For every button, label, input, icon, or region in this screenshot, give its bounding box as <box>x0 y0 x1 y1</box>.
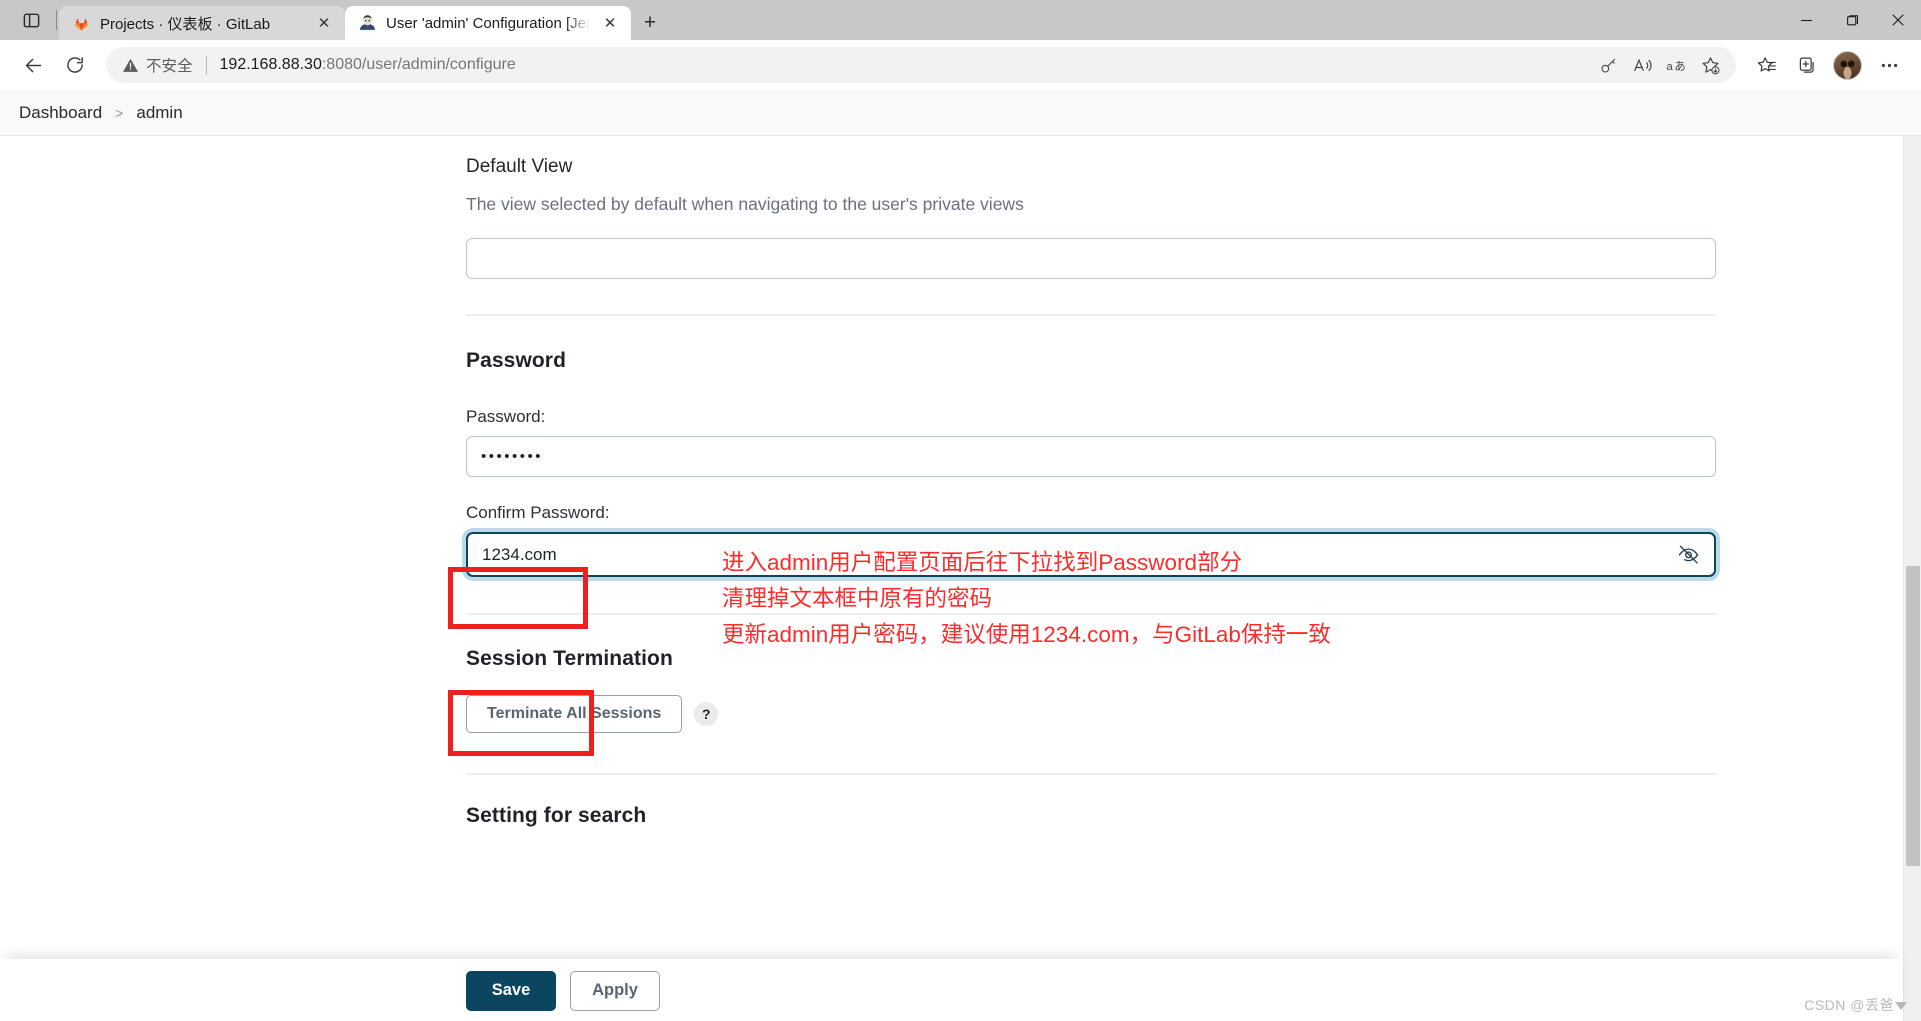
favorites-icon[interactable] <box>1748 47 1784 83</box>
breadcrumb: Dashboard > admin <box>0 90 1921 136</box>
browser-tab-jenkins[interactable]: User 'admin' Configuration [Jenki ✕ <box>345 6 631 40</box>
session-actions-row: Terminate All Sessions ? <box>466 695 1716 733</box>
omnibox-actions: a あ <box>1592 49 1730 81</box>
jenkins-icon <box>357 13 377 33</box>
default-view-title: Default View <box>466 156 573 177</box>
apply-button[interactable]: Apply <box>570 970 660 1011</box>
browser-titlebar: Projects · 仪表板 · GitLab ✕ User 'admin' C… <box>0 0 1921 40</box>
scrollbar-thumb[interactable] <box>1906 566 1920 866</box>
annotation-line-3: 更新admin用户密码，建议使用1234.com，与GitLab保持一致 <box>722 622 1331 647</box>
maximize-icon[interactable] <box>1829 0 1875 40</box>
section-divider-2 <box>466 613 1716 615</box>
read-aloud-icon[interactable] <box>1626 49 1658 81</box>
tab-title: User 'admin' Configuration [Jenki <box>386 14 590 32</box>
search-setting-section: Setting for search <box>466 804 1716 828</box>
window-controls <box>1783 0 1921 40</box>
section-divider-3 <box>466 773 1716 775</box>
tab-strip: Projects · 仪表板 · GitLab ✕ User 'admin' C… <box>0 0 669 40</box>
terminate-all-sessions-button[interactable]: Terminate All Sessions <box>466 695 683 733</box>
not-secure-label: 不安全 <box>146 58 193 75</box>
section-divider <box>466 314 1716 316</box>
password-field-row: Password: <box>466 407 1716 477</box>
address-bar[interactable]: 不安全 192.168.88.30:8080/user/admin/config… <box>106 47 1736 83</box>
browser-window: Projects · 仪表板 · GitLab ✕ User 'admin' C… <box>0 0 1921 1021</box>
search-setting-heading: Setting for search <box>466 804 647 827</box>
tabstrip-divider <box>56 10 57 30</box>
password-label: Password: <box>466 407 546 426</box>
session-termination-section: Session Termination Terminate All Sessio… <box>466 647 1716 733</box>
url-host: 192.168.88.30 <box>219 56 322 73</box>
page-scrollbar[interactable] <box>1903 136 1921 1021</box>
svg-text:あ: あ <box>1674 59 1685 72</box>
password-input[interactable] <box>466 436 1716 477</box>
watermark: CSDN @丢爸 <box>1804 995 1907 1015</box>
not-secure-indicator[interactable]: 不安全 <box>122 54 193 76</box>
svg-text:a: a <box>1666 60 1673 72</box>
close-icon[interactable]: ✕ <box>599 12 621 34</box>
password-heading: Password <box>466 349 567 372</box>
chevron-right-icon: > <box>115 104 124 121</box>
add-favorite-icon[interactable] <box>1694 49 1726 81</box>
session-termination-heading: Session Termination <box>466 647 673 670</box>
default-view-section: Default View The view selected by defaul… <box>466 156 1716 279</box>
save-button[interactable]: Save <box>466 970 556 1011</box>
minimize-icon[interactable] <box>1783 0 1829 40</box>
gitlab-icon <box>71 13 91 33</box>
translate-icon[interactable]: a あ <box>1660 49 1692 81</box>
default-view-description: The view selected by default when naviga… <box>466 194 1024 214</box>
key-icon[interactable] <box>1592 49 1624 81</box>
jenkins-page: Dashboard > admin Default View The view … <box>0 90 1921 1021</box>
breadcrumb-item-dashboard[interactable]: Dashboard <box>19 103 102 123</box>
watermark-text: CSDN @丢爸 <box>1804 997 1894 1013</box>
tab-actions-icon[interactable] <box>8 0 54 40</box>
watermark-triangle-icon <box>1895 1002 1907 1011</box>
password-section: Password Password: Confirm Password: <box>466 349 1716 577</box>
settings-more-icon[interactable] <box>1871 47 1907 83</box>
profile-avatar[interactable] <box>1833 50 1862 80</box>
form-footer-bar: Save Apply <box>0 959 1903 1021</box>
back-icon[interactable] <box>14 46 52 84</box>
default-view-input[interactable] <box>466 238 1716 279</box>
new-tab-button[interactable]: + <box>631 6 669 40</box>
eye-off-icon[interactable] <box>1675 542 1701 568</box>
config-form-area: Default View The view selected by defaul… <box>0 136 1921 1021</box>
annotation-line-1: 进入admin用户配置页面后往下拉找到Password部分 <box>722 550 1243 575</box>
collections-icon[interactable] <box>1788 47 1824 83</box>
help-icon[interactable]: ? <box>694 702 719 726</box>
close-icon[interactable]: ✕ <box>313 12 335 34</box>
browser-tab-gitlab[interactable]: Projects · 仪表板 · GitLab ✕ <box>59 6 345 40</box>
close-icon[interactable] <box>1875 0 1921 40</box>
url-path: :8080/user/admin/configure <box>321 56 516 73</box>
annotation-line-2: 清理掉文本框中原有的密码 <box>722 586 993 611</box>
breadcrumb-item-admin[interactable]: admin <box>136 103 182 123</box>
url-text: 192.168.88.30:8080/user/admin/configure <box>220 56 516 74</box>
confirm-password-label: Confirm Password: <box>466 503 610 522</box>
omnibox-divider <box>205 55 207 75</box>
refresh-icon[interactable] <box>56 46 94 84</box>
page-content: Default View The view selected by defaul… <box>0 136 1921 1021</box>
tab-title: Projects · 仪表板 · GitLab <box>100 15 271 33</box>
browser-toolbar: 不安全 192.168.88.30:8080/user/admin/config… <box>0 40 1921 90</box>
warning-triangle-icon <box>122 57 139 74</box>
